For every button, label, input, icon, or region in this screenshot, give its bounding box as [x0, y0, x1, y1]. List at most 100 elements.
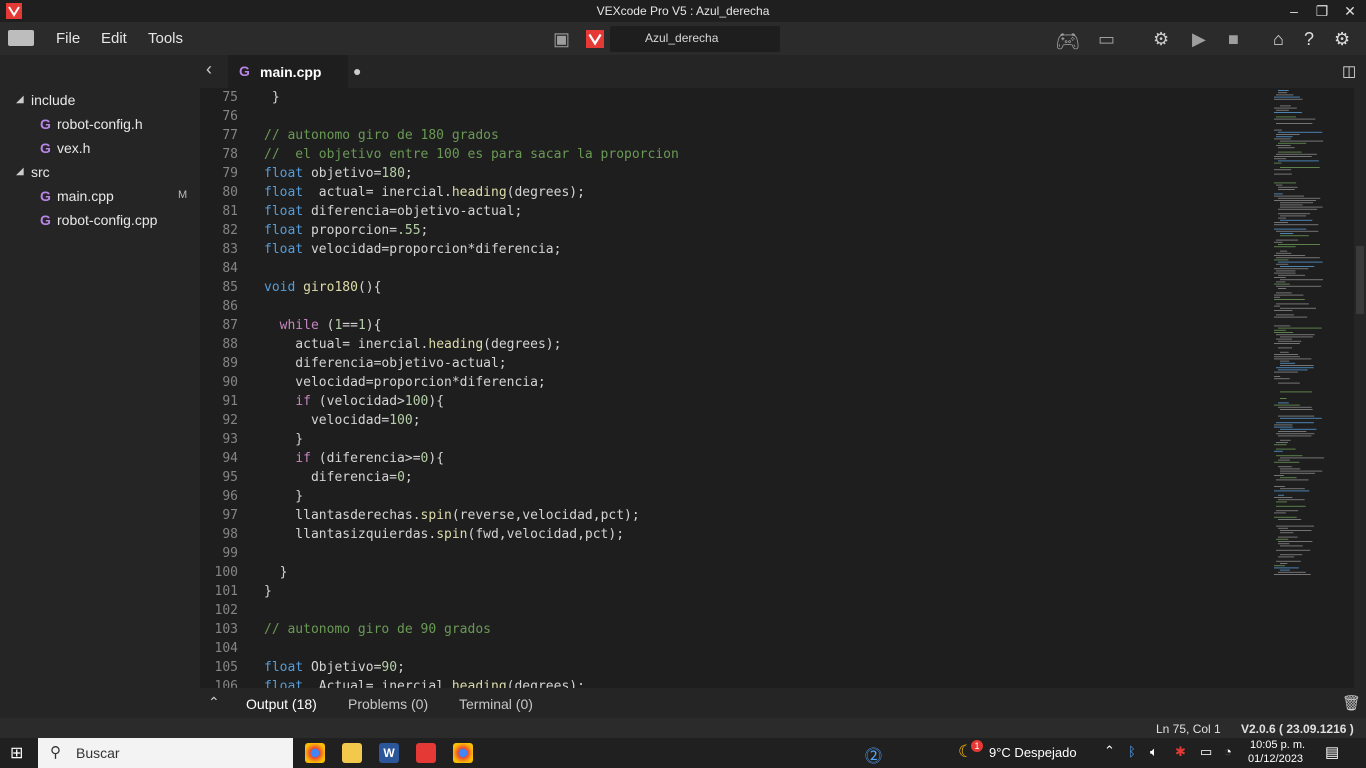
code-line[interactable]: 91 if (velocidad>100){ — [200, 392, 1270, 411]
line-number: 88 — [222, 337, 238, 352]
split-editor-icon[interactable]: ◫ — [1342, 62, 1356, 80]
tree-folder-src[interactable]: ◢ src — [0, 162, 200, 186]
device-icon[interactable]: ▣ — [553, 29, 570, 50]
code-line[interactable]: 94 if (diferencia>=0){ — [200, 449, 1270, 468]
tab-bar: ‹ G main.cpp ● ◫ — [200, 55, 1366, 88]
clock-time[interactable]: 10:05 p. m. — [1250, 739, 1305, 751]
minimap[interactable] — [1272, 88, 1354, 688]
tray-chevron-up-icon[interactable]: ⌃ — [1104, 743, 1115, 759]
line-code: float actual= inercial.heading(degrees); — [264, 185, 585, 200]
code-line[interactable]: 85 void giro180(){ — [200, 278, 1270, 297]
stop-icon[interactable]: ■ — [1228, 29, 1239, 50]
code-line[interactable]: 99 — [200, 544, 1270, 563]
weather-text[interactable]: 9°C Despejado — [989, 745, 1077, 760]
taskbar-search[interactable]: ⚲ Buscar — [38, 738, 293, 768]
code-line[interactable]: 93 } — [200, 430, 1270, 449]
code-line[interactable]: 76 — [200, 107, 1270, 126]
code-line[interactable]: 92 velocidad=100; — [200, 411, 1270, 430]
code-line[interactable]: 106 float Actual= inercial.heading(degree… — [200, 677, 1270, 688]
tree-label: src — [31, 164, 50, 180]
vex-menu-logo-icon[interactable] — [8, 30, 34, 46]
code-line[interactable]: 89 diferencia=objetivo-actual; — [200, 354, 1270, 373]
code-line[interactable]: 101} — [200, 582, 1270, 601]
tab-problems[interactable]: Problems (0) — [348, 696, 428, 712]
code-line[interactable]: 84 — [200, 259, 1270, 278]
line-code: // autonomo giro de 90 grados — [264, 622, 491, 637]
code-line[interactable]: 82 float proporcion=.55; — [200, 221, 1270, 240]
line-number: 86 — [222, 299, 238, 314]
chrome-icon-2[interactable] — [453, 743, 473, 763]
close-icon[interactable]: ✕ — [1334, 0, 1366, 22]
code-line[interactable]: 100 } — [200, 563, 1270, 582]
caret-down-icon: ◢ — [16, 166, 24, 177]
code-line[interactable]: 98 llantasizquierdas.spin(fwd,velocidad,… — [200, 525, 1270, 544]
settings-icon[interactable]: ⚙ — [1334, 29, 1350, 50]
code-line[interactable]: 86 — [200, 297, 1270, 316]
line-code: } — [264, 489, 304, 504]
cursor-position[interactable]: Ln 75, Col 1 — [1156, 722, 1221, 736]
tree-file-robot-config-h[interactable]: G robot-config.h — [0, 114, 200, 138]
code-line[interactable]: 96 } — [200, 487, 1270, 506]
code-line[interactable]: 95 diferencia=0; — [200, 468, 1270, 487]
windows-start-icon[interactable]: ⊞ — [10, 743, 23, 763]
chrome-icon[interactable] — [305, 743, 325, 763]
code-line[interactable]: 80 float actual= inercial.heading(degrees… — [200, 183, 1270, 202]
volume-icon[interactable]: 🔈︎ — [1150, 744, 1158, 760]
screen-icon[interactable]: ▭ — [1098, 29, 1115, 50]
bluetooth-icon[interactable]: ᛒ — [1128, 744, 1136, 759]
menu-file[interactable]: File — [56, 30, 80, 47]
code-line[interactable]: 97 llantasderechas.spin(reverse,velocida… — [200, 506, 1270, 525]
wifi-icon[interactable]: ◔ — [1224, 744, 1232, 759]
word-icon[interactable]: W — [379, 743, 399, 763]
line-number: 105 — [214, 660, 238, 675]
code-line[interactable]: 102 — [200, 601, 1270, 620]
chevron-up-icon[interactable]: ⌃ — [208, 694, 220, 711]
code-line[interactable]: 78 // el objetivo entre 100 es para sacar… — [200, 145, 1270, 164]
clock-date[interactable]: 01/12/2023 — [1248, 753, 1303, 765]
caret-down-icon: ◢ — [16, 94, 24, 105]
help-icon[interactable]: ? — [1304, 29, 1314, 50]
tab-output[interactable]: Output (18) — [246, 696, 317, 712]
tree-file-main-cpp[interactable]: G main.cpp M — [0, 186, 200, 210]
play-icon[interactable]: ▶ — [1192, 29, 1206, 50]
code-line[interactable]: 90 velocidad=proporcion*diferencia; — [200, 373, 1270, 392]
menu-edit[interactable]: Edit — [101, 30, 127, 47]
help-tray-icon[interactable]: ⓶ — [865, 742, 882, 767]
code-editor[interactable]: 75 } 76 77 // autonomo giro de 180 grados 78… — [200, 88, 1366, 688]
chevron-left-icon[interactable]: ‹ — [206, 59, 212, 80]
code-line[interactable]: 79 float objetivo=180; — [200, 164, 1270, 183]
code-line[interactable]: 81 float diferencia=objetivo-actual; — [200, 202, 1270, 221]
code-line[interactable]: 105 float Objetivo=90; — [200, 658, 1270, 677]
code-line[interactable]: 103 // autonomo giro de 90 grados — [200, 620, 1270, 639]
tree-file-robot-config-cpp[interactable]: G robot-config.cpp — [0, 210, 200, 234]
battery-icon[interactable]: ▭ — [1200, 744, 1212, 760]
controller-icon[interactable]: 🎮︎ — [1055, 29, 1080, 54]
vex-tray-icon[interactable]: ✱ — [1175, 744, 1186, 760]
trash-icon[interactable]: 🗑︎ — [1342, 694, 1361, 712]
file-explorer-icon[interactable] — [342, 743, 362, 763]
editor-scrollbar[interactable] — [1354, 88, 1366, 688]
unsaved-dot-icon[interactable]: ● — [353, 63, 361, 79]
code-line[interactable]: 83 float velocidad=proporcion*diferencia; — [200, 240, 1270, 259]
code-line[interactable]: 88 actual= inercial.heading(degrees); — [200, 335, 1270, 354]
tab-main-cpp[interactable]: G main.cpp ● — [228, 55, 361, 88]
code-line[interactable]: 104 — [200, 639, 1270, 658]
menu-tools[interactable]: Tools — [148, 30, 183, 47]
code-line[interactable]: 77 // autonomo giro de 180 grados — [200, 126, 1270, 145]
line-number: 80 — [222, 185, 238, 200]
line-code: if (velocidad>100){ — [295, 394, 445, 409]
build-icon[interactable]: ⚙ — [1153, 29, 1169, 50]
tree-file-vex-h[interactable]: G vex.h — [0, 138, 200, 162]
tree-folder-include[interactable]: ◢ include — [0, 90, 200, 114]
code-line[interactable]: 75 } — [200, 88, 1270, 107]
slot-icon[interactable]: ⌂ — [1273, 29, 1284, 50]
line-number: 103 — [214, 622, 238, 637]
tree-label: main.cpp — [57, 188, 114, 204]
scrollbar-thumb[interactable] — [1356, 246, 1364, 314]
vexcode-icon[interactable] — [416, 743, 436, 763]
tab-terminal[interactable]: Terminal (0) — [459, 696, 533, 712]
project-selector[interactable]: Azul_derecha — [586, 26, 780, 52]
code-line[interactable]: 87 while (1==1){ — [200, 316, 1270, 335]
notification-center-icon[interactable]: ▤ — [1325, 743, 1339, 761]
line-number: 90 — [222, 375, 238, 390]
